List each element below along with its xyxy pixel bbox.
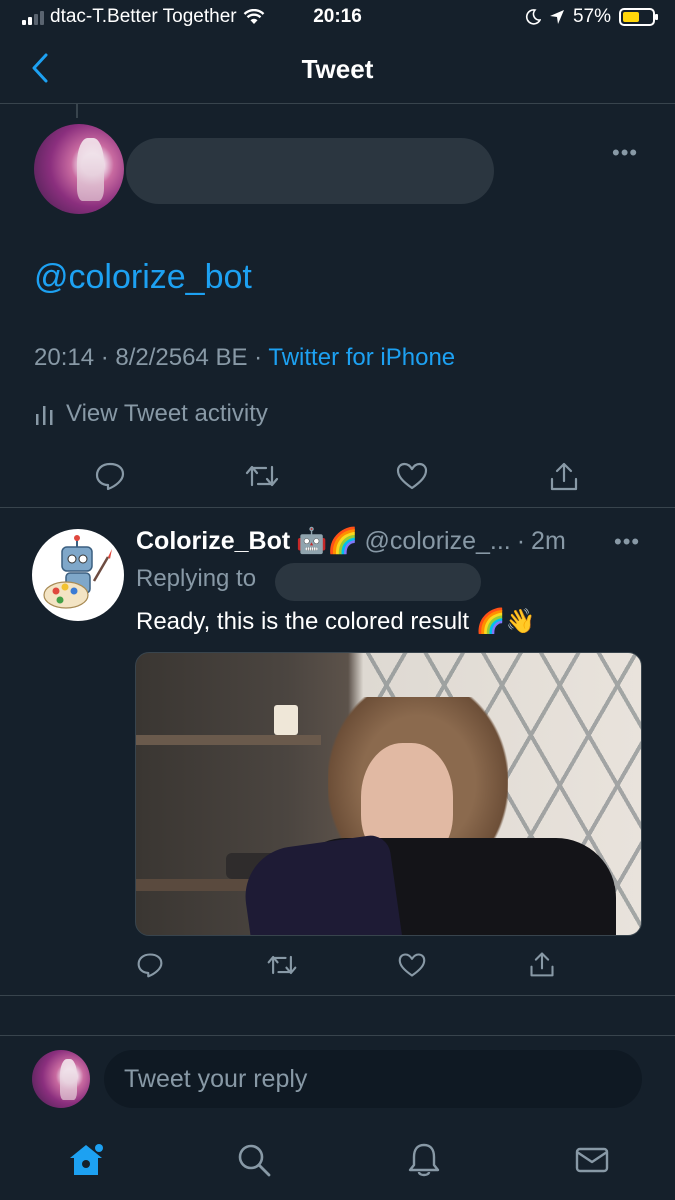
- candle: [274, 705, 298, 735]
- main-tweet: ••• @colorize_bot 20:14 · 8/2/2564 BE · …: [0, 118, 675, 508]
- mail-icon: [575, 1147, 609, 1173]
- share-icon: [530, 952, 554, 977]
- tab-messages[interactable]: [572, 1140, 612, 1180]
- tab-search[interactable]: [234, 1140, 274, 1180]
- reply-composer: Tweet your reply: [0, 1036, 675, 1124]
- reply-icon: [95, 462, 125, 491]
- like-button[interactable]: [392, 456, 432, 496]
- shelf: [136, 735, 321, 745]
- reply-header: Colorize_Bot 🤖🌈 @colorize_... · 2m: [136, 527, 566, 556]
- reply-button[interactable]: [90, 456, 130, 496]
- battery-fill: [623, 12, 639, 22]
- reply-share-button[interactable]: [528, 949, 556, 979]
- bell-icon: [408, 1143, 440, 1177]
- bot-display-name[interactable]: Colorize_Bot: [136, 527, 290, 556]
- tab-home[interactable]: [66, 1140, 106, 1180]
- location-arrow-icon: [549, 10, 564, 24]
- reply-placeholder: Tweet your reply: [124, 1064, 308, 1093]
- reply-reply-button[interactable]: [136, 951, 164, 979]
- reply-text: Ready, this is the colored result 🌈👋: [136, 608, 536, 635]
- battery-icon: [619, 8, 658, 26]
- share-icon: [550, 462, 578, 491]
- status-right: 57%: [525, 6, 658, 28]
- arm: [239, 833, 403, 935]
- tab-bar: [0, 1124, 675, 1200]
- page-title: Tweet: [301, 54, 374, 84]
- tab-notifications[interactable]: [404, 1140, 444, 1180]
- name-badges: 🤖🌈: [296, 527, 359, 555]
- share-button[interactable]: [544, 456, 584, 496]
- bar-chart-icon: [36, 406, 53, 425]
- like-icon: [398, 953, 426, 977]
- reply-tweet[interactable]: Colorize_Bot 🤖🌈 @colorize_... · 2m ••• R…: [0, 509, 675, 996]
- media-image[interactable]: [135, 652, 642, 936]
- home-icon: [70, 1144, 103, 1175]
- bot-avatar[interactable]: [32, 529, 124, 621]
- my-avatar[interactable]: [32, 1050, 90, 1108]
- redacted-username: [275, 563, 481, 601]
- separator-dot: ·: [516, 527, 526, 555]
- reply-time: 2m: [531, 527, 566, 555]
- reply-icon: [137, 953, 163, 978]
- tweet-meta: 20:14 · 8/2/2564 BE · Twitter for iPhone: [34, 344, 455, 372]
- robot-painter-icon: [43, 535, 112, 609]
- search-icon: [238, 1144, 271, 1177]
- retweet-button[interactable]: [242, 456, 282, 496]
- tweet-source-link[interactable]: Twitter for iPhone: [268, 344, 455, 371]
- like-icon: [396, 462, 428, 490]
- moon-icon: [525, 9, 541, 25]
- reply-input[interactable]: Tweet your reply: [104, 1050, 642, 1108]
- thread-line: [76, 104, 78, 118]
- reply-retweet-button[interactable]: [266, 951, 298, 979]
- replying-to-label: Replying to: [136, 565, 257, 592]
- tweet-timestamp: 20:14 · 8/2/2564 BE ·: [34, 344, 269, 371]
- more-icon[interactable]: •••: [614, 529, 640, 555]
- view-activity-button[interactable]: View Tweet activity: [34, 400, 268, 428]
- avatar[interactable]: [34, 124, 124, 214]
- retweet-icon: [267, 955, 297, 975]
- tweet-text[interactable]: @colorize_bot: [34, 258, 252, 297]
- redacted-name: [126, 138, 494, 204]
- status-bar: dtac-T.Better Together 20:16 57%: [0, 0, 675, 36]
- section-divider: [0, 996, 675, 1036]
- more-icon[interactable]: •••: [612, 140, 638, 166]
- view-activity-label: View Tweet activity: [66, 400, 268, 427]
- retweet-icon: [245, 465, 279, 487]
- reply-like-button[interactable]: [398, 951, 426, 979]
- battery-percent: 57%: [572, 6, 611, 27]
- bot-handle[interactable]: @colorize_...: [364, 527, 510, 556]
- nav-bar: Tweet: [0, 36, 675, 104]
